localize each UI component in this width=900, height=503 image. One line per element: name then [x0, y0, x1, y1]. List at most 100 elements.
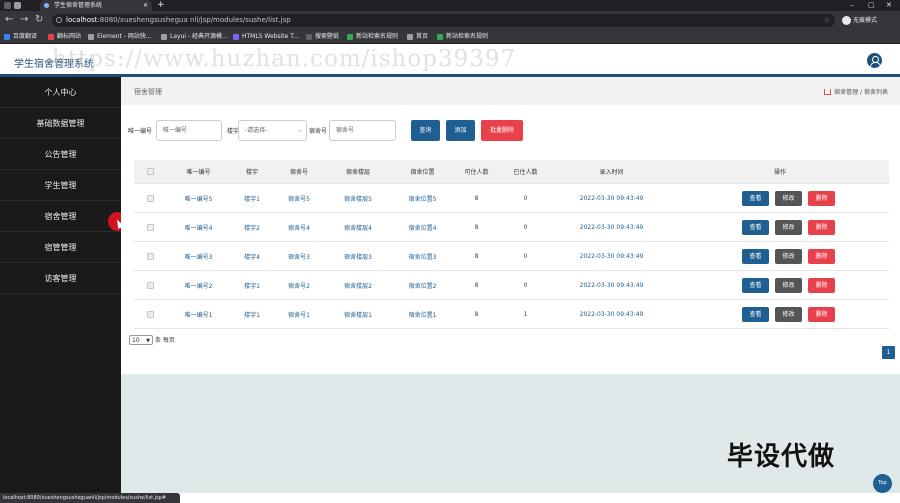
column-header: 宿舍号	[289, 169, 308, 176]
breadcrumb-separator: /	[860, 89, 863, 96]
page-size-select[interactable]: 10 ▼	[129, 335, 153, 345]
cell-floor: 宿舍楼层2	[344, 282, 372, 290]
view-button[interactable]: 查看	[742, 278, 769, 293]
edit-button[interactable]: 修改	[775, 307, 802, 322]
row-checkbox[interactable]	[146, 223, 154, 231]
incognito-profile[interactable]: 无痕模式	[841, 15, 896, 26]
cell-time: 2022-03-30 09:43:49	[579, 223, 644, 231]
cell-number: 唯一编号2	[184, 282, 213, 290]
back-to-top-button[interactable]: Top	[873, 474, 892, 493]
cell-capacity: 8	[474, 252, 479, 260]
bookmark-item[interactable]: 搜索壁纸	[306, 30, 339, 44]
cell-room: 宿舍号5	[288, 195, 310, 203]
edit-button[interactable]: 修改	[775, 278, 802, 293]
add-button[interactable]: 添加	[446, 120, 475, 141]
number-label: 唯一编号	[128, 128, 153, 135]
cell-capacity: 8	[474, 281, 479, 289]
back-icon[interactable]: ←	[5, 14, 13, 26]
chevron-down-icon: ▼	[146, 338, 150, 344]
cell-building: 楼宇4	[244, 253, 260, 261]
sidebar-item-students[interactable]: 学生管理	[0, 170, 121, 201]
row-checkbox[interactable]	[146, 281, 154, 289]
building-select[interactable]: -请选择- ⌵	[238, 120, 307, 141]
user-icon[interactable]	[867, 53, 882, 68]
browser-tab[interactable]: 学生宿舍管理系统 ✕	[40, 0, 152, 11]
column-header: 唯一编号	[186, 169, 211, 176]
edit-button[interactable]: 修改	[775, 220, 802, 235]
favicon-icon	[44, 3, 49, 8]
bookmark-star-icon[interactable]: ☆	[824, 14, 830, 27]
sidebar-item-dorms[interactable]: 宿舍管理	[0, 201, 121, 232]
column-header: 宿舍位置	[410, 169, 435, 176]
breadcrumb-item: 宿舍列表	[863, 89, 888, 96]
bookmark-item[interactable]: 首页	[407, 30, 428, 44]
bookmark-item[interactable]: HTML5 Website T...	[233, 30, 299, 44]
cell-capacity: 8	[474, 194, 479, 202]
select-all-checkbox[interactable]	[146, 168, 154, 175]
dorm-table: 唯一编号 楼宇 宿舍号 宿舍楼层 宿舍位置 可住人数 已住人数 录入时间 操作 …	[134, 160, 889, 329]
breadcrumb-item[interactable]: 宿舍管理	[834, 89, 858, 96]
view-button[interactable]: 查看	[742, 191, 769, 206]
bookmark-item[interactable]: Element - 网站快...	[88, 30, 152, 44]
bookmark-icon	[88, 34, 94, 40]
column-header: 已住人数	[513, 169, 538, 176]
bookmark-item[interactable]: 新站检索名规则	[347, 30, 398, 44]
address-bar[interactable]: localhost:8080/xueshengsushegua nli/jsp/…	[52, 14, 835, 27]
cell-occupied: 0	[523, 252, 528, 260]
search-button[interactable]: 查询	[411, 120, 440, 141]
row-select-cell	[134, 184, 166, 212]
number-input[interactable]: 唯一编号	[156, 120, 222, 141]
delete-button[interactable]: 删除	[808, 249, 835, 264]
row-select-cell	[134, 242, 166, 270]
page-button-current[interactable]: 1	[882, 346, 895, 359]
column-header: 宿舍楼层	[345, 169, 370, 176]
cell-number: 唯一编号1	[184, 311, 213, 319]
bookmark-item[interactable]: Layui - 经典开源模...	[161, 30, 228, 44]
view-button[interactable]: 查看	[742, 220, 769, 235]
close-tab-icon[interactable]: ✕	[143, 0, 148, 11]
bookmark-item[interactable]: 翻标网站	[48, 30, 81, 44]
minimize-icon[interactable]: –	[850, 0, 854, 11]
bookmark-item[interactable]: 百度翻译	[4, 30, 37, 44]
row-checkbox[interactable]	[146, 310, 154, 318]
sidebar-item-dorm-managers[interactable]: 宿管管理	[0, 232, 121, 263]
delete-button[interactable]: 删除	[808, 278, 835, 293]
column-header: 可住人数	[464, 169, 489, 176]
browser-menu-icon[interactable]	[4, 2, 11, 9]
edit-button[interactable]: 修改	[775, 191, 802, 206]
sidebar-item-profile[interactable]: 个人中心	[0, 77, 121, 108]
sidebar-item-visitors[interactable]: 访客管理	[0, 263, 121, 294]
reload-icon[interactable]: ↻	[35, 14, 43, 26]
forward-icon[interactable]: →	[20, 14, 28, 26]
table-header: 唯一编号 楼宇 宿舍号 宿舍楼层 宿舍位置 可住人数 已住人数 录入时间 操作	[134, 160, 889, 184]
browser-tab-strip: 学生宿舍管理系统 ✕ + – ▢ ✕	[0, 0, 900, 11]
cell-time: 2022-03-30 09:43:49	[579, 252, 644, 260]
sidebar-item-base-data[interactable]: 基础数据管理	[0, 108, 121, 139]
new-tab-icon[interactable]: +	[157, 0, 165, 11]
view-button[interactable]: 查看	[742, 307, 769, 322]
table-row: 唯一编号5 楼宇1 宿舍号5 宿舍楼层5 宿舍位置5 8 0 2022-03-30 09:43…	[134, 184, 889, 213]
close-window-icon[interactable]: ✕	[886, 0, 892, 11]
cell-position: 宿舍位置1	[408, 311, 437, 319]
batch-delete-button[interactable]: 批量删除	[481, 120, 523, 141]
cell-position: 宿舍位置3	[408, 253, 437, 261]
row-checkbox[interactable]	[146, 252, 154, 260]
column-header: 楼宇	[245, 169, 258, 176]
app-header: 学生宿舍管理系统 https://www.huzhan.com/ishop393…	[0, 44, 900, 77]
cell-room: 宿舍号1	[288, 311, 310, 319]
edit-button[interactable]: 修改	[775, 249, 802, 264]
home-icon[interactable]	[824, 89, 832, 95]
room-input[interactable]: 宿舍号	[329, 120, 396, 141]
maximize-icon[interactable]: ▢	[868, 0, 875, 11]
view-button[interactable]: 查看	[742, 249, 769, 264]
delete-button[interactable]: 删除	[808, 307, 835, 322]
window-icon[interactable]	[14, 2, 21, 9]
site-info-icon[interactable]	[56, 17, 62, 23]
delete-button[interactable]: 删除	[808, 191, 835, 206]
breadcrumb: 宿舍管理 / 宿舍列表	[824, 87, 888, 96]
bookmark-item[interactable]: 新站检索名规则	[437, 30, 488, 44]
sidebar-item-notices[interactable]: 公告管理	[0, 139, 121, 170]
row-checkbox[interactable]	[146, 194, 154, 202]
url-path: :8080/xueshengsushegua nli/jsp/modules/s…	[97, 16, 291, 24]
delete-button[interactable]: 删除	[808, 220, 835, 235]
